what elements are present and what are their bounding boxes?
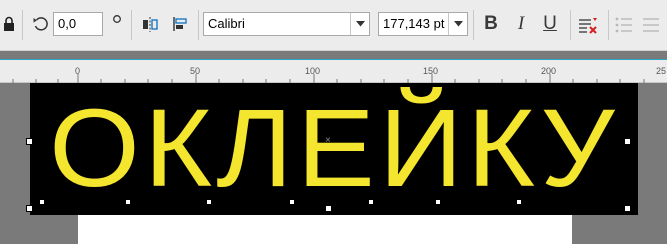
selection-handle-bottom-right[interactable] [624, 205, 631, 212]
chevron-down-icon[interactable] [448, 13, 467, 35]
glyph-node[interactable] [207, 200, 211, 204]
underline-icon: U [543, 13, 557, 34]
lock-icon[interactable] [2, 14, 16, 34]
toolbar-separator [131, 10, 132, 40]
horizontal-ruler[interactable]: 0 50 100 150 200 25 [0, 59, 667, 83]
selection-handle-bottom[interactable] [325, 205, 332, 212]
rotation-angle-value: 0,0 [58, 16, 77, 31]
rotation-angle-input[interactable]: 0,0 [53, 12, 103, 36]
drawing-canvas[interactable]: ОКЛЕЙКУ × [0, 83, 667, 244]
selection-handle-left[interactable] [26, 138, 33, 145]
font-size-select[interactable]: 177,143 pt [378, 12, 468, 36]
mirror-horizontal-icon[interactable] [140, 14, 160, 34]
selection-handle-right[interactable] [624, 138, 631, 145]
selection-handle-bottom-left[interactable] [26, 205, 33, 212]
document-page [78, 213, 572, 244]
property-bar: 0,0 Calibri 177,143 pt B I U [0, 0, 667, 51]
glyph-node[interactable] [126, 200, 130, 204]
glyph-node[interactable] [369, 200, 373, 204]
list-icon[interactable] [640, 12, 662, 38]
bold-icon: B [484, 13, 498, 34]
chevron-down-icon[interactable] [350, 13, 369, 35]
ruler-ticks [12, 74, 645, 83]
glyph-node[interactable] [436, 200, 440, 204]
toolbar-separator [198, 10, 199, 40]
ruler-label: 150 [423, 66, 439, 76]
bullet-list-icon[interactable] [613, 12, 635, 38]
glyph-node[interactable] [517, 200, 521, 204]
underline-button[interactable]: U [537, 11, 563, 37]
center-marker-icon[interactable]: × [325, 135, 331, 146]
degree-icon [111, 12, 123, 26]
glyph-node[interactable] [290, 200, 294, 204]
clear-format-icon[interactable] [575, 12, 601, 38]
font-size-value: 177,143 pt [383, 16, 445, 31]
rotate-icon [31, 14, 51, 34]
toolbar-separator [473, 10, 474, 40]
glyph-node[interactable] [40, 200, 44, 204]
align-icon[interactable] [170, 14, 190, 34]
ruler-label: 0 [75, 66, 81, 76]
ruler-label: 100 [305, 66, 321, 76]
italic-button[interactable]: I [508, 11, 534, 37]
toolbar-separator [22, 10, 23, 40]
font-name-select[interactable]: Calibri [203, 12, 370, 36]
ruler-label: 50 [190, 66, 201, 76]
banner-text[interactable]: ОКЛЕЙКУ [12, 83, 656, 215]
font-name-value: Calibri [208, 16, 245, 31]
italic-icon: I [517, 13, 525, 34]
bold-button[interactable]: B [478, 11, 504, 37]
ruler-label: 200 [541, 66, 557, 76]
toolbar-separator [608, 10, 609, 40]
selected-text-banner[interactable]: ОКЛЕЙКУ [30, 83, 638, 215]
ruler-label: 25 [656, 66, 667, 76]
toolbar-separator [570, 10, 571, 40]
